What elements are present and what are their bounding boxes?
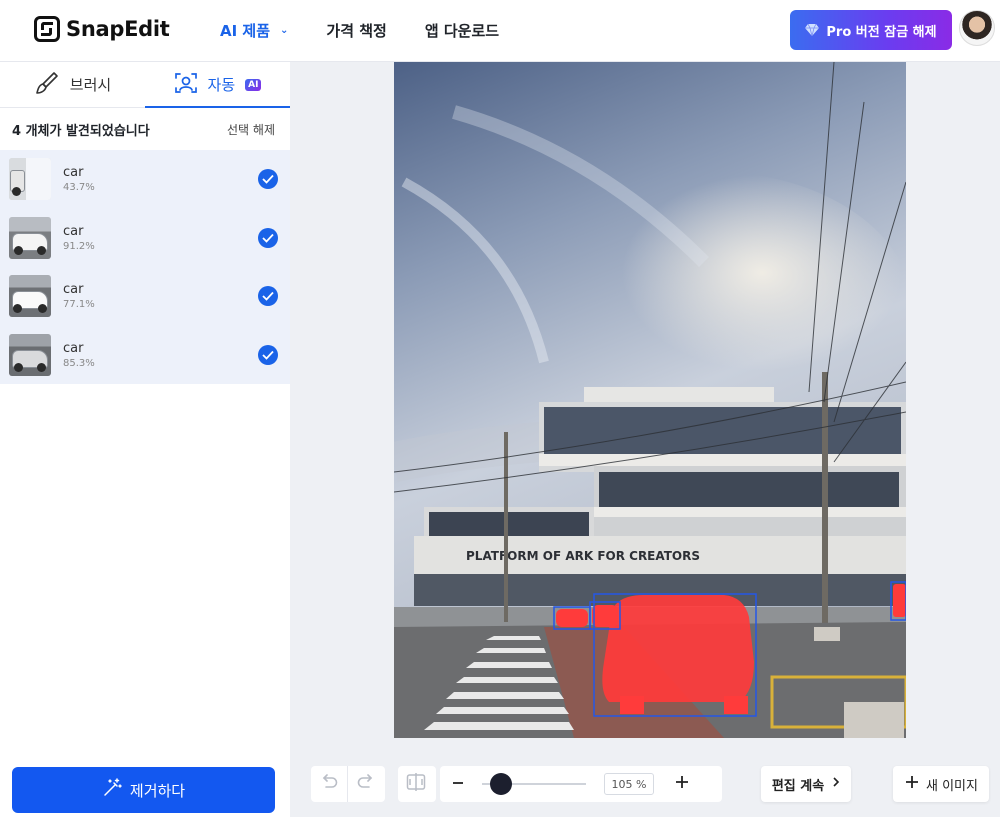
zoom-slider-handle[interactable]: [490, 773, 513, 795]
object-label: car: [63, 223, 84, 239]
minus-icon: [451, 775, 465, 794]
object-label: car: [63, 340, 84, 356]
diamond-icon: [805, 24, 820, 36]
chevron-right-icon: [832, 776, 840, 792]
list-item[interactable]: car 85.3%: [0, 326, 290, 385]
chevron-down-icon: ⌄: [280, 25, 289, 36]
zoom-control: 105 %: [440, 766, 722, 802]
compare-control: [398, 766, 436, 802]
checkbox-checked-icon[interactable]: [258, 344, 278, 365]
top-header: SnapEdit AI 제품 ⌄ 가격 책정 앱 다운로드 Pro 버전 잠금 …: [0, 0, 1000, 62]
zoom-out-button[interactable]: [440, 766, 476, 802]
object-thumbnail: [9, 158, 51, 201]
plus-icon: [904, 774, 920, 794]
detected-objects-list: car 43.7% car 91.2% car 77.1% car 85.3%: [0, 150, 290, 384]
list-item[interactable]: car 91.2%: [0, 209, 290, 268]
compare-icon: [406, 773, 426, 795]
object-thumbnail: [9, 216, 51, 259]
object-confidence: 77.1%: [63, 299, 95, 311]
list-item[interactable]: car 43.7%: [0, 150, 290, 209]
object-label: car: [63, 282, 84, 298]
nav-pricing-label: 가격 책정: [326, 22, 387, 40]
continue-editing-button[interactable]: 편집 계속: [761, 766, 851, 802]
tab-auto[interactable]: 자동 AI: [145, 62, 290, 108]
magic-wand-icon: [102, 778, 122, 802]
unlock-pro-button[interactable]: Pro 버전 잠금 해제: [790, 10, 952, 50]
left-panel: 브러시 자동 AI 4 개체가 발견되었습니다 선택 해제 car 43.7%: [0, 62, 290, 817]
plus-icon: [674, 774, 690, 794]
logo-icon: [34, 16, 60, 42]
object-confidence: 43.7%: [63, 182, 95, 194]
deselect-all-link[interactable]: 선택 해제: [227, 121, 275, 138]
nav-ai-products[interactable]: AI 제품 ⌄: [220, 20, 288, 41]
nav-app-download-label: 앱 다운로드: [424, 22, 500, 40]
checkbox-checked-icon[interactable]: [258, 169, 278, 189]
continue-editing-label: 편집 계속: [771, 778, 825, 794]
remove-button[interactable]: 제거하다: [12, 767, 275, 813]
checkbox-checked-icon[interactable]: [258, 227, 278, 248]
nav-app-download[interactable]: 앱 다운로드: [425, 20, 499, 41]
remove-button-label: 제거하다: [129, 781, 186, 800]
redo-icon: [357, 774, 375, 794]
history-controls: [311, 766, 385, 802]
undo-icon: [320, 774, 338, 794]
undo-button[interactable]: [311, 766, 347, 802]
zoom-percentage[interactable]: 105 %: [604, 773, 654, 795]
redo-button[interactable]: [348, 766, 384, 802]
tab-auto-label: 자동: [207, 76, 236, 94]
objects-found-text: 4 개체가 발견되었습니다: [12, 123, 150, 139]
nav-pricing[interactable]: 가격 책정: [326, 20, 386, 41]
face-scan-icon: [174, 71, 198, 99]
tab-brush-label: 브러시: [69, 76, 112, 94]
app-logo[interactable]: SnapEdit: [34, 16, 170, 42]
building-sign-text: PLATFORM OF ARK FOR CREATORS: [466, 549, 700, 563]
object-label: car: [63, 165, 84, 181]
nav-ai-products-label: AI 제품: [220, 22, 271, 40]
ai-badge: AI: [245, 78, 262, 91]
detection-summary: 4 개체가 발견되었습니다 선택 해제: [0, 108, 290, 150]
tab-brush[interactable]: 브러시: [0, 62, 145, 107]
user-avatar[interactable]: [959, 10, 995, 46]
object-thumbnail: [9, 333, 51, 376]
object-confidence: 91.2%: [63, 240, 95, 252]
zoom-in-button[interactable]: [664, 766, 700, 802]
mode-tabs: 브러시 자동 AI: [0, 62, 290, 108]
object-confidence: 85.3%: [63, 357, 95, 369]
list-item[interactable]: car 77.1%: [0, 267, 290, 326]
image-canvas[interactable]: PLATFORM OF ARK FOR CREATORS: [394, 62, 906, 738]
logo-text: SnapEdit: [66, 17, 170, 41]
brush-icon: [34, 70, 60, 100]
new-image-button[interactable]: 새 이미지: [893, 766, 989, 802]
new-image-label: 새 이미지: [926, 778, 978, 794]
unlock-pro-label: Pro 버전 잠금 해제: [826, 24, 937, 40]
checkbox-checked-icon[interactable]: [258, 286, 278, 306]
compare-button[interactable]: [398, 766, 434, 802]
main-nav: AI 제품 ⌄ 가격 책정 앱 다운로드: [220, 20, 499, 41]
zoom-slider[interactable]: [482, 773, 586, 795]
object-thumbnail: [9, 275, 51, 318]
